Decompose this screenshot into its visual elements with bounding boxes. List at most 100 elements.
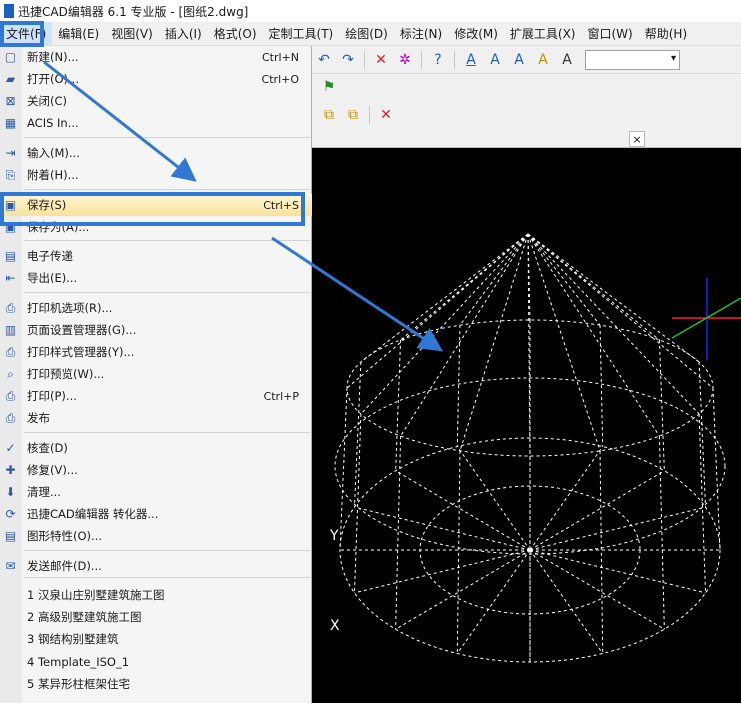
file-menu-item[interactable]: ⬇ 清理... (0, 481, 312, 503)
file-menu-item[interactable]: ▥ 页面设置管理器(G)... (0, 319, 312, 341)
menu-extend-tools[interactable]: 扩展工具(X) (504, 22, 582, 46)
wire-line (527, 233, 714, 389)
file-menu-item[interactable]: ⎙ 打印机选项(R)... (0, 297, 312, 319)
drawing-properties-icon: ▤ (4, 529, 17, 543)
delete-icon[interactable]: ✕ (370, 49, 392, 71)
file-menu-item[interactable]: ⎙ 发布 (0, 407, 312, 429)
file-menu-item[interactable]: ▤ 图形特性(O)... (0, 525, 312, 547)
file-menu-item[interactable]: ⊠ 关闭(C) (0, 90, 312, 112)
file-menu-item-label: 迅捷CAD编辑器 转化器... (27, 507, 159, 521)
wire-line (599, 450, 604, 654)
file-menu-item-shortcut: Ctrl+P (263, 389, 299, 403)
menu-custom-tools[interactable]: 定制工具(T) (263, 22, 340, 46)
file-menu-item[interactable]: ▦ ACIS In... (0, 112, 312, 134)
file-menu-item-label: 发送邮件(D)... (27, 559, 102, 573)
etransmit-icon: ▤ (4, 249, 17, 263)
wire-line (360, 233, 529, 363)
help-icon[interactable]: ? (427, 49, 449, 71)
wire-line (529, 549, 706, 594)
file-menu-dropdown: ▢ 新建(N)... Ctrl+N ▰ 打开(O)... Ctrl+O ⊠ 关闭(C) ▦ ACI… (0, 46, 312, 703)
file-menu-item-shortcut: Ctrl+O (261, 72, 299, 86)
file-menu-item-label: 2 高级别墅建筑施工图 (27, 610, 142, 624)
file-menu-item[interactable]: ⇤ 导出(E)... (0, 267, 312, 289)
file-menu-item[interactable]: ⎙ 打印(P)... Ctrl+P (0, 385, 312, 407)
wire-line (459, 233, 529, 451)
file-menu-item[interactable]: ▤ 电子传递 (0, 245, 312, 267)
text-icon[interactable]: A (484, 49, 506, 71)
file-menu-item-label: 输入(M)... (27, 146, 80, 160)
menu-help[interactable]: 帮助(H) (639, 22, 693, 46)
undo-icon[interactable]: ↷ (337, 49, 359, 71)
wire-line (395, 436, 402, 630)
text-format-icon[interactable]: A (532, 49, 554, 71)
menu-modify[interactable]: 修改(M) (448, 22, 504, 46)
export-icon: ⇤ (5, 271, 16, 285)
print-icon: ⎙ (5, 388, 16, 403)
file-menu-item[interactable]: ⎘ 附着(H)... (0, 164, 312, 186)
file-menu-item[interactable]: ✓ 核查(D) (0, 437, 312, 459)
file-menu-item[interactable]: 5 某异形柱框架住宅 (0, 673, 312, 695)
page-setup-icon: ▥ (4, 323, 17, 337)
axis-x-label: X (330, 618, 340, 634)
file-menu-item-label: 打印样式管理器(Y)... (27, 345, 135, 359)
window-title: 迅捷CAD编辑器 6.1 专业版 - [图纸2.dwg] (18, 4, 249, 19)
drawing-canvas[interactable]: XY (312, 148, 741, 703)
wire-line (529, 549, 604, 654)
menu-file-highlight (0, 21, 44, 47)
file-menu-item[interactable]: ⇥ 输入(M)... (0, 142, 312, 164)
redo-icon[interactable]: ↶ (313, 49, 335, 71)
tab-close-icon[interactable]: × (629, 131, 645, 147)
printer-options-icon: ⎙ (5, 300, 16, 315)
file-menu-item-label: 新建(N)... (27, 50, 79, 64)
file-menu-item[interactable]: ▢ 新建(N)... Ctrl+N (0, 46, 312, 68)
file-menu-item[interactable]: ✉ 发送邮件(D)... (0, 555, 312, 577)
file-menu-item-label: 导出(E)... (27, 271, 78, 285)
file-menu-item[interactable]: 1 汉泉山庄别墅建筑施工图 (0, 584, 312, 606)
menu-edit[interactable]: 编辑(E) (52, 22, 105, 46)
converter-icon: ⟳ (5, 507, 16, 521)
wire-line (400, 233, 529, 437)
menu-format[interactable]: 格式(O) (208, 22, 263, 46)
file-menu-item[interactable]: ⌕ 打印预览(W)... (0, 363, 312, 385)
wire-line (527, 233, 660, 437)
wire-line (527, 233, 700, 415)
file-menu-item-label: 5 某异形柱框架住宅 (27, 677, 130, 691)
new-file-icon: ▢ (4, 50, 17, 64)
menu-insert[interactable]: 插入(I) (159, 22, 208, 46)
menu-window[interactable]: 窗口(W) (582, 22, 639, 46)
wire-line (599, 325, 604, 447)
audit-icon: ✓ (5, 441, 16, 455)
file-menu-item-label: 电子传递 (27, 249, 73, 263)
style-dropdown[interactable] (585, 49, 680, 70)
file-menu-item-label: 图形特性(O)... (27, 529, 102, 543)
menu-dimension[interactable]: 标注(N) (394, 22, 448, 46)
file-menu-item[interactable]: 3 钢结构别墅建筑 (0, 628, 312, 650)
layer-delete-icon[interactable]: ✕ (375, 104, 397, 126)
file-menu-item-label: 打开(O)... (27, 72, 79, 86)
file-menu-item[interactable]: ✚ 修复(V)... (0, 459, 312, 481)
close-file-icon: ⊠ (5, 94, 16, 108)
menu-draw[interactable]: 绘图(D) (339, 22, 394, 46)
menu-view[interactable]: 视图(V) (105, 22, 159, 46)
file-menu-item[interactable]: ⎙ 打印样式管理器(Y)... (0, 341, 312, 363)
explode-icon[interactable]: ✲ (394, 49, 416, 71)
file-menu-item[interactable]: 2 高级别墅建筑施工图 (0, 606, 312, 628)
file-menu-item-label: 发布 (27, 411, 50, 425)
wire-line (529, 549, 665, 630)
layer-lock-icon[interactable]: ⧉ (318, 104, 340, 126)
wire-line (529, 446, 604, 551)
file-menu-item-label: 4 Template_ISO_1 (27, 655, 130, 669)
text-style-icon[interactable]: A (460, 49, 482, 71)
file-menu-item-label: 清理... (27, 485, 61, 499)
wire-line (658, 436, 665, 630)
flag-icon[interactable]: ⚑ (318, 76, 340, 98)
text-edit-icon[interactable]: A (508, 49, 530, 71)
file-menu-item[interactable]: ⟳ 迅捷CAD编辑器 转化器... (0, 503, 312, 525)
publish-icon: ⎙ (5, 410, 16, 425)
wire-line (456, 450, 461, 654)
text-find-icon[interactable]: A (556, 49, 578, 71)
wire-line (400, 233, 529, 341)
layer-unlock-icon[interactable]: ⧉ (342, 104, 364, 126)
file-menu-item[interactable]: ▰ 打开(O)... Ctrl+O (0, 68, 312, 90)
file-menu-item[interactable]: 4 Template_ISO_1 (0, 651, 312, 673)
